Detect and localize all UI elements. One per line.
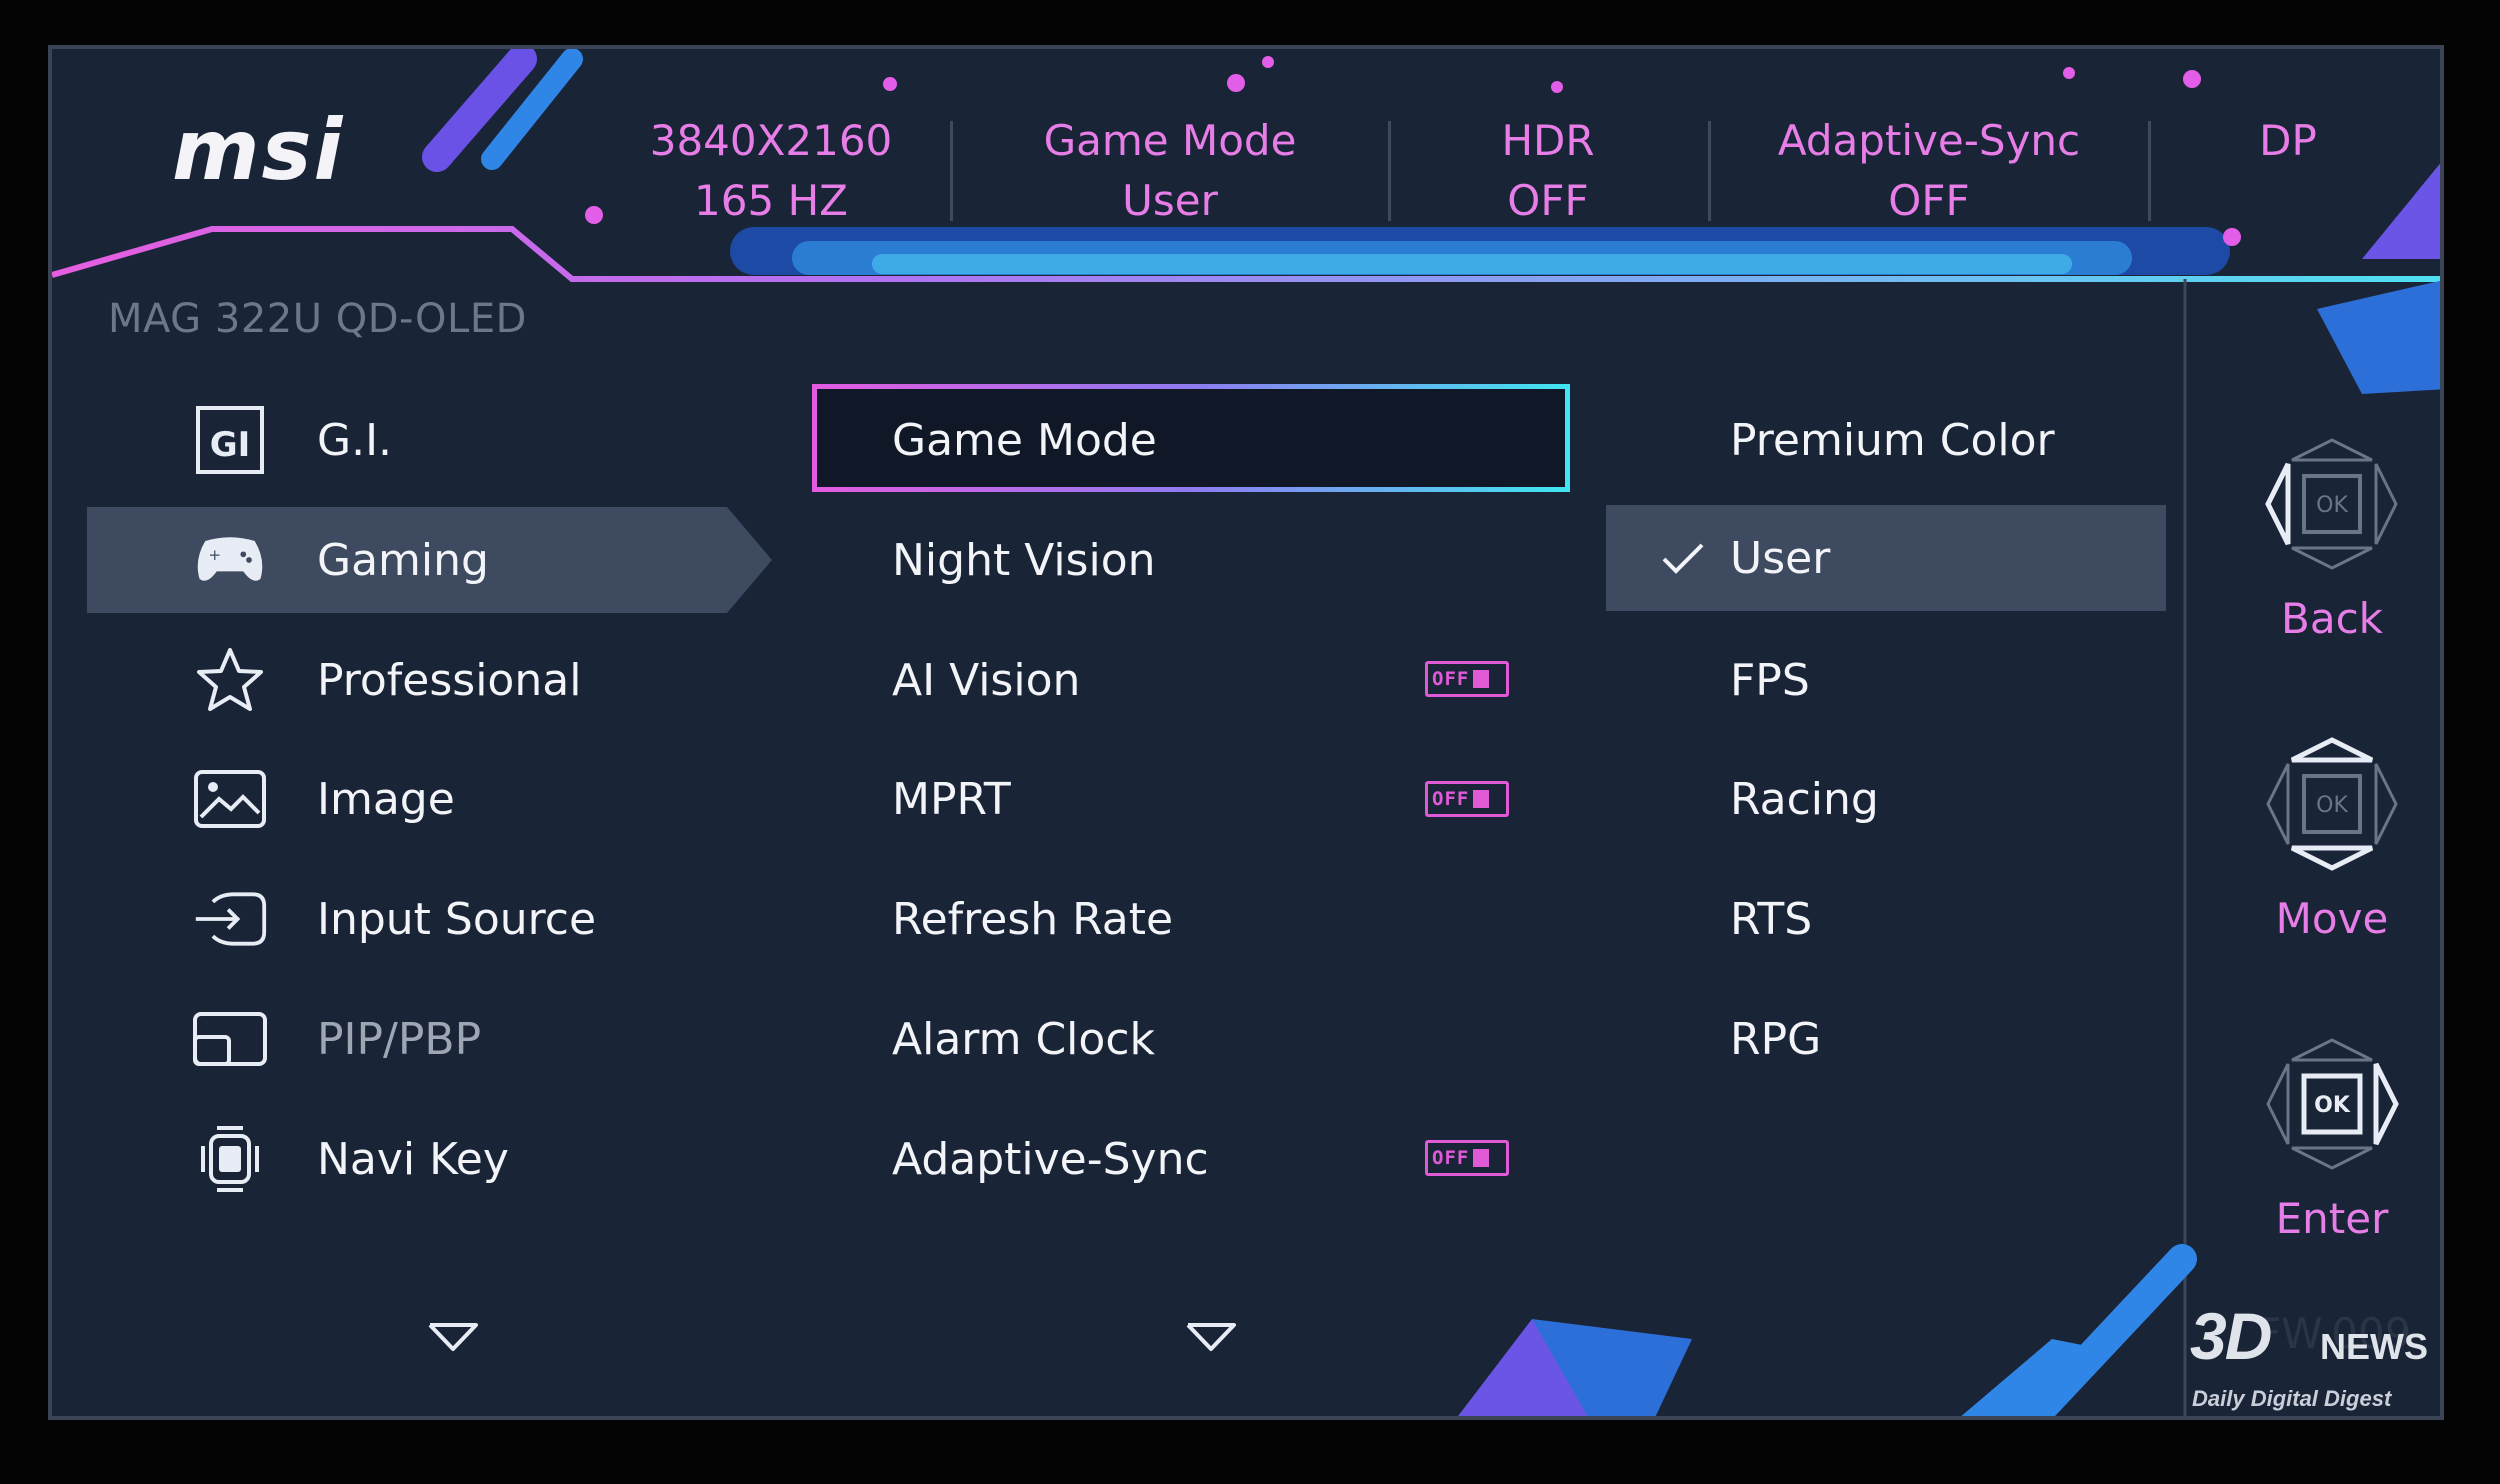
gamepad-icon: +	[192, 522, 268, 598]
menu-item-gaming[interactable]: + Gaming	[87, 507, 817, 613]
menu-label: Navi Key	[317, 1133, 509, 1185]
option-rts[interactable]: RTS	[1606, 866, 2166, 972]
status-divider	[1388, 121, 1391, 221]
status-divider	[1708, 121, 1711, 221]
menu-label: G.I.	[317, 414, 393, 466]
submenu-label: Game Mode	[892, 414, 1157, 466]
option-label: RPG	[1730, 1013, 1822, 1065]
menu-item-navi-key[interactable]: Navi Key	[87, 1106, 817, 1212]
watermark: 3D NEWS Daily Digital Digest	[2190, 1299, 2428, 1411]
option-label: RTS	[1730, 893, 1813, 945]
ai-vision-toggle[interactable]: OFF	[1425, 661, 1509, 697]
status-divider	[2148, 121, 2151, 221]
option-label: Racing	[1730, 773, 1879, 825]
menu-label: Input Source	[317, 893, 597, 945]
option-rpg[interactable]: RPG	[1606, 986, 2166, 1092]
submenu-label: Refresh Rate	[892, 893, 1174, 945]
svg-text:OK: OK	[2316, 793, 2348, 818]
submenu-label: MPRT	[892, 773, 1011, 825]
svg-text:GI: GI	[210, 425, 251, 465]
background-decoration	[52, 49, 2440, 1416]
osd-screen: msi 3840X2160 165 HZ Game Mode User HDR OFF…	[48, 45, 2444, 1420]
status-adaptive-sync: Adaptive-Sync OFF	[1777, 116, 2081, 225]
checkmark-icon	[1662, 543, 1704, 574]
mprt-toggle[interactable]: OFF	[1425, 781, 1509, 817]
msi-logo: msi	[172, 101, 345, 199]
submenu-label: Adaptive-Sync	[892, 1133, 1209, 1185]
svg-text:OK: OK	[2316, 493, 2348, 518]
model-name: MAG 322U QD-OLED	[108, 296, 527, 342]
navi-enter-icon: OK	[2266, 1038, 2399, 1170]
navi-move-icon: OK	[2266, 737, 2398, 871]
pip-icon	[192, 1001, 268, 1077]
menu-label: Professional	[317, 654, 582, 706]
option-fps[interactable]: FPS	[1606, 627, 2166, 733]
menu-item-gi[interactable]: GI G.I.	[87, 387, 817, 493]
option-user[interactable]: User	[1606, 505, 2166, 611]
svg-text:+: +	[208, 546, 221, 564]
option-label: FPS	[1730, 654, 1810, 706]
navi-key-icon	[192, 1121, 268, 1197]
submenu-item-refresh-rate[interactable]: Refresh Rate	[848, 866, 1618, 972]
scroll-down-arrow-icon[interactable]	[1184, 1321, 1238, 1353]
status-divider	[950, 121, 953, 221]
submenu-label: Alarm Clock	[892, 1013, 1155, 1065]
submenu-label: AI Vision	[892, 654, 1081, 706]
scroll-down-arrow-icon[interactable]	[426, 1321, 480, 1353]
menu-item-input-source[interactable]: Input Source	[87, 866, 817, 972]
enter-hint-label: Enter	[2275, 1194, 2389, 1243]
back-hint-label: Back	[2281, 594, 2383, 643]
svg-text:OK: OK	[2314, 1093, 2351, 1118]
menu-item-professional[interactable]: Professional	[87, 627, 817, 733]
option-premium-color[interactable]: Premium Color	[1606, 387, 2166, 493]
option-label: User	[1730, 532, 1831, 584]
gi-icon: GI	[192, 402, 268, 478]
menu-label: PIP/PBP	[317, 1013, 482, 1065]
menu-item-pip-pbp[interactable]: PIP/PBP	[87, 986, 817, 1092]
menu-label: Image	[317, 773, 455, 825]
move-hint-label: Move	[2275, 894, 2389, 943]
submenu-item-night-vision[interactable]: Night Vision	[848, 507, 1618, 613]
submenu-item-game-mode[interactable]: Game Mode	[848, 387, 1618, 493]
input-source-icon	[192, 881, 268, 957]
image-icon	[192, 761, 268, 837]
status-resolution: 3840X2160 165 HZ	[649, 116, 893, 225]
navi-left-icon: OK	[2265, 438, 2398, 570]
status-game-mode: Game Mode User	[1043, 116, 1297, 225]
star-icon	[192, 642, 268, 718]
adaptive-sync-toggle[interactable]: OFF	[1425, 1140, 1509, 1176]
menu-item-image[interactable]: Image	[87, 746, 817, 852]
submenu-item-alarm-clock[interactable]: Alarm Clock	[848, 986, 1618, 1092]
option-label: Premium Color	[1730, 414, 2055, 466]
submenu-label: Night Vision	[892, 534, 1156, 586]
status-hdr: HDR OFF	[1501, 116, 1595, 225]
menu-label: Gaming	[317, 534, 489, 586]
status-input: DP	[2259, 116, 2317, 165]
option-racing[interactable]: Racing	[1606, 746, 2166, 852]
